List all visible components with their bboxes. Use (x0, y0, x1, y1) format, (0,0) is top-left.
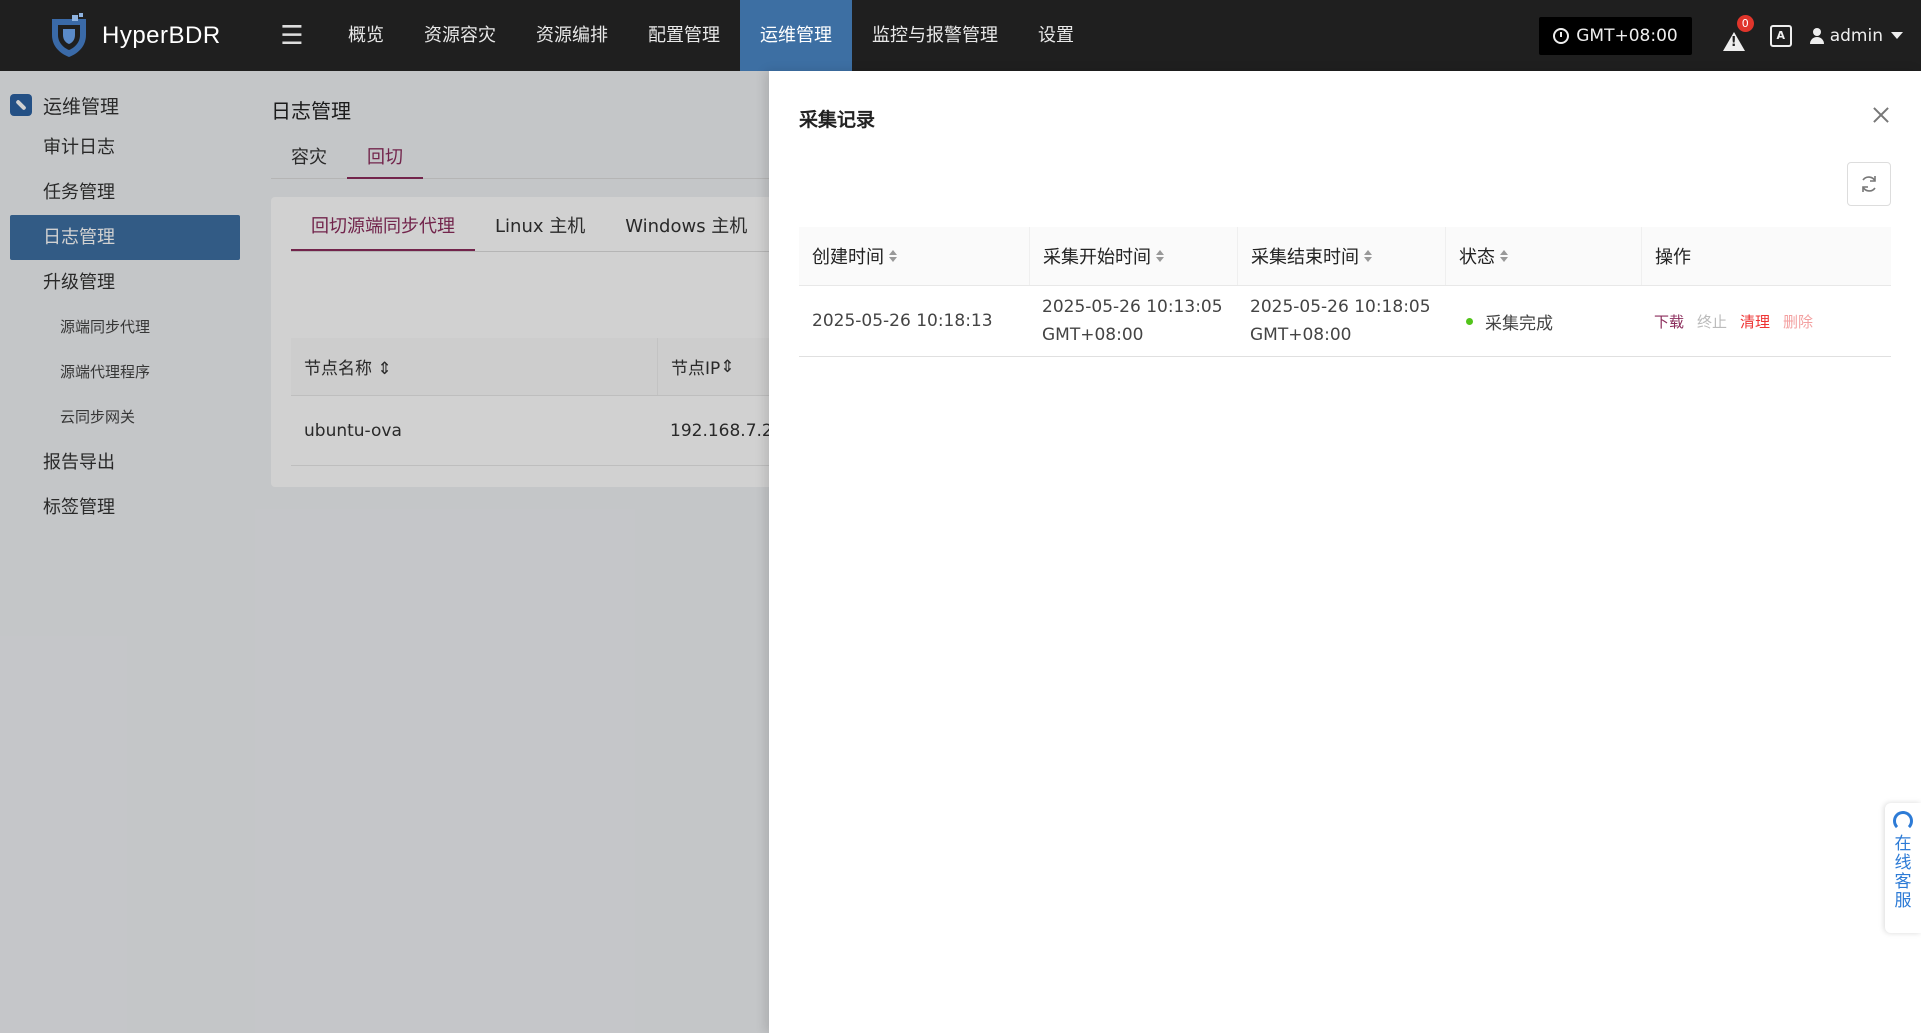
column-label: 采集开始时间 (1043, 247, 1151, 268)
status-dot-icon (1466, 317, 1473, 325)
refresh-icon (1862, 176, 1876, 192)
sort-icon (889, 250, 897, 262)
alert-badge: 0 (1736, 14, 1754, 32)
records-table-header: 创建时间 采集开始时间 采集结束时间 状态 操作 (799, 227, 1891, 286)
drawer-title: 采集记录 (799, 109, 876, 131)
cell-actions: 下载 终止 清理 删除 (1641, 286, 1891, 356)
sort-icon (1500, 250, 1508, 262)
refresh-button[interactable] (1847, 162, 1891, 206)
column-label: 操作 (1655, 247, 1691, 268)
nav-settings[interactable]: 设置 (1018, 0, 1094, 71)
header-right: GMT+08:00 0 A admin (1539, 0, 1921, 71)
column-label: 采集结束时间 (1251, 247, 1359, 268)
start-date: 2025-05-26 10:13:05 (1042, 297, 1223, 317)
language-icon-letter: A (1776, 29, 1785, 42)
clock-icon (1553, 27, 1570, 44)
caret-down-icon (1891, 32, 1903, 39)
user-icon (1809, 27, 1824, 44)
logo-text: HyperBDR (102, 21, 221, 49)
stop-button[interactable]: 终止 (1697, 311, 1727, 332)
language-icon[interactable]: A (1769, 24, 1792, 47)
collection-records-drawer: 采集记录 创建时间 采集开始时间 采集结束时间 状态 操作 2025-05-26… (769, 71, 1921, 1033)
table-row: 2025-05-26 10:18:13 2025-05-26 10:13:05 … (799, 286, 1891, 357)
user-name: admin (1829, 25, 1883, 46)
timezone-button[interactable]: GMT+08:00 (1539, 16, 1692, 55)
cell-status: 采集完成 (1445, 286, 1641, 356)
online-service-label: 在线客服 (1894, 834, 1912, 911)
cell-start-time: 2025-05-26 10:13:05 GMT+08:00 (1029, 286, 1237, 356)
sort-icon (1156, 250, 1164, 262)
download-button[interactable]: 下载 (1654, 311, 1684, 332)
delete-button[interactable]: 删除 (1783, 311, 1813, 332)
headset-icon (1893, 811, 1913, 831)
sort-icon (1364, 250, 1372, 262)
timezone-label: GMT+08:00 (1576, 25, 1678, 46)
nav-overview[interactable]: 概览 (328, 0, 404, 71)
nav-resource-orchestration[interactable]: 资源编排 (516, 0, 628, 71)
logo[interactable]: HyperBDR (0, 0, 250, 71)
user-menu[interactable]: admin (1809, 25, 1903, 46)
column-label: 创建时间 (812, 247, 884, 268)
top-nav: 概览 资源容灾 资源编排 配置管理 运维管理 监控与报警管理 设置 (328, 0, 1094, 71)
cell-created-time: 2025-05-26 10:18:13 (812, 311, 993, 331)
shield-logo-icon (52, 12, 86, 57)
nav-monitoring-alerts[interactable]: 监控与报警管理 (852, 0, 1018, 71)
column-header-status[interactable]: 状态 (1445, 227, 1641, 285)
clean-button[interactable]: 清理 (1740, 311, 1770, 332)
records-table: 创建时间 采集开始时间 采集结束时间 状态 操作 2025-05-26 10:1… (799, 227, 1891, 357)
end-date: 2025-05-26 10:18:05 (1250, 297, 1431, 317)
end-tz: GMT+08:00 (1250, 325, 1352, 345)
column-header-start-time[interactable]: 采集开始时间 (1029, 227, 1237, 285)
close-icon[interactable] (1871, 105, 1891, 125)
column-header-created-time[interactable]: 创建时间 (799, 227, 1029, 285)
column-label: 状态 (1459, 247, 1495, 268)
column-header-end-time[interactable]: 采集结束时间 (1237, 227, 1445, 285)
alert-icon (1722, 31, 1745, 51)
cell-end-time: 2025-05-26 10:18:05 GMT+08:00 (1237, 286, 1445, 356)
menu-toggle-icon[interactable]: ☰ (264, 0, 320, 71)
top-header: HyperBDR ☰ 概览 资源容灾 资源编排 配置管理 运维管理 监控与报警管… (0, 0, 1921, 71)
nav-ops-management[interactable]: 运维管理 (740, 0, 852, 71)
column-header-actions: 操作 (1641, 227, 1891, 285)
nav-resource-dr[interactable]: 资源容灾 (404, 0, 516, 71)
start-tz: GMT+08:00 (1042, 325, 1144, 345)
status-text: 采集完成 (1485, 313, 1553, 334)
nav-config-management[interactable]: 配置管理 (628, 0, 740, 71)
alert-button[interactable]: 0 (1720, 14, 1754, 51)
online-service-button[interactable]: 在线客服 (1885, 803, 1921, 933)
